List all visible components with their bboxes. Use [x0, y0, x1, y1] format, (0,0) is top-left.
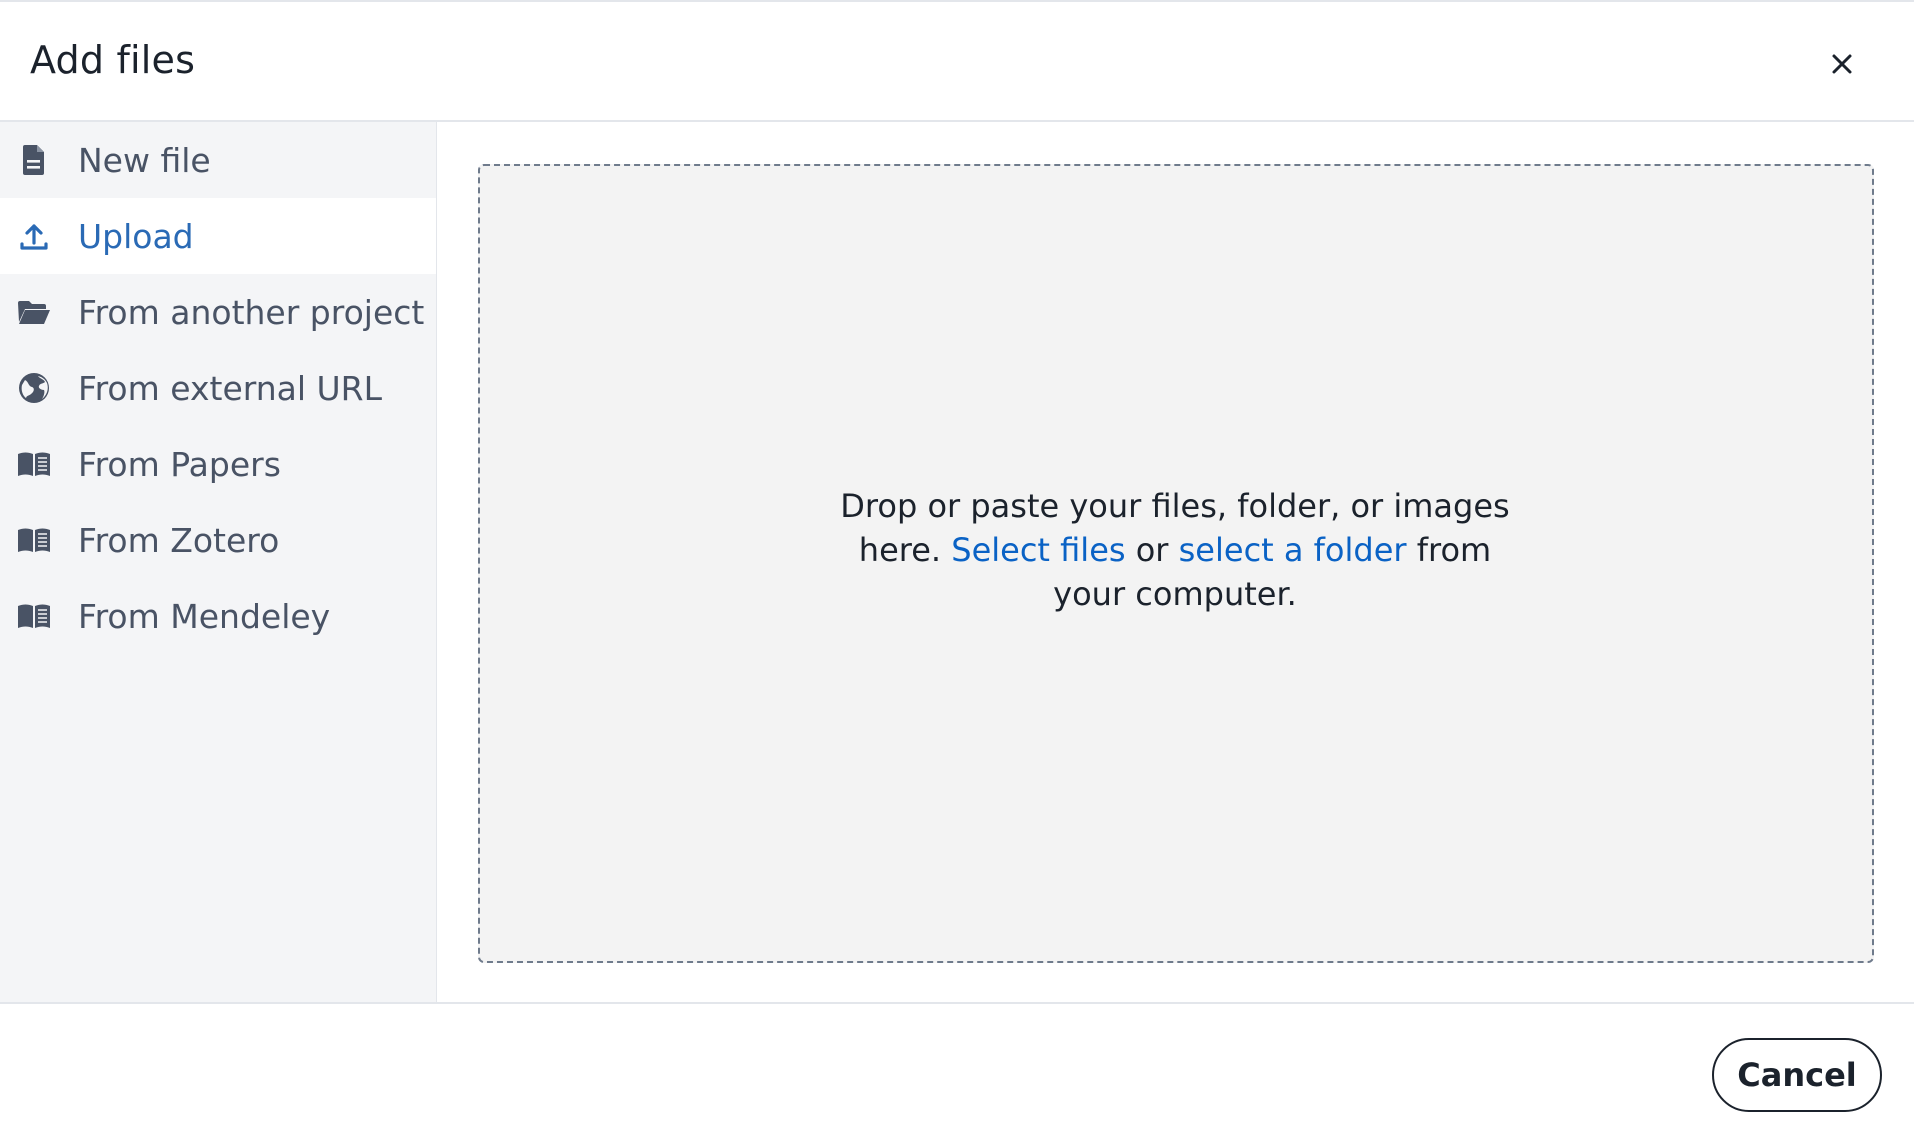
globe-icon [14, 368, 54, 408]
add-files-dialog: Add files New file Upload From another p… [0, 0, 1914, 1138]
book-open-icon [14, 520, 54, 560]
folder-open-icon [14, 292, 54, 332]
sidebar-item-label: From Mendeley [78, 596, 331, 636]
sidebar-item-from-external-url[interactable]: From external URL [0, 350, 436, 426]
sidebar-item-label: New file [78, 140, 211, 180]
dialog-footer: Cancel [0, 1004, 1914, 1140]
close-icon [1832, 54, 1852, 74]
sidebar-item-from-mendeley[interactable]: From Mendeley [0, 578, 436, 654]
dialog-header: Add files [0, 2, 1914, 122]
dialog-body: New file Upload From another project Fro… [0, 122, 1914, 1004]
sidebar-item-label: From external URL [78, 368, 382, 408]
document-icon [14, 140, 54, 180]
sidebar-item-new-file[interactable]: New file [0, 122, 436, 198]
sidebar-item-label: From Zotero [78, 520, 280, 560]
dialog-title: Add files [30, 38, 196, 82]
cancel-button[interactable]: Cancel [1712, 1038, 1882, 1112]
sidebar-item-label: From Papers [78, 444, 281, 484]
close-button[interactable] [1820, 42, 1864, 86]
sidebar-item-from-another-project[interactable]: From another project [0, 274, 436, 350]
sidebar-item-from-zotero[interactable]: From Zotero [0, 502, 436, 578]
sidebar-item-upload[interactable]: Upload [0, 198, 436, 274]
sidebar: New file Upload From another project Fro… [0, 122, 437, 1002]
sidebar-item-label: Upload [78, 216, 194, 256]
upload-icon [14, 216, 54, 256]
sidebar-item-from-papers[interactable]: From Papers [0, 426, 436, 502]
dropzone-text-middle: or [1135, 531, 1169, 569]
select-files-link[interactable]: Select files [951, 531, 1125, 569]
dropzone-text-before: Drop or paste your files, folder, or ima… [840, 487, 1510, 569]
file-dropzone[interactable]: Drop or paste your files, folder, or ima… [478, 164, 1874, 963]
book-open-icon [14, 596, 54, 636]
sidebar-item-label: From another project [78, 292, 425, 332]
dropzone-instructions: Drop or paste your files, folder, or ima… [825, 484, 1525, 616]
select-folder-link[interactable]: select a folder [1179, 531, 1407, 569]
book-open-icon [14, 444, 54, 484]
